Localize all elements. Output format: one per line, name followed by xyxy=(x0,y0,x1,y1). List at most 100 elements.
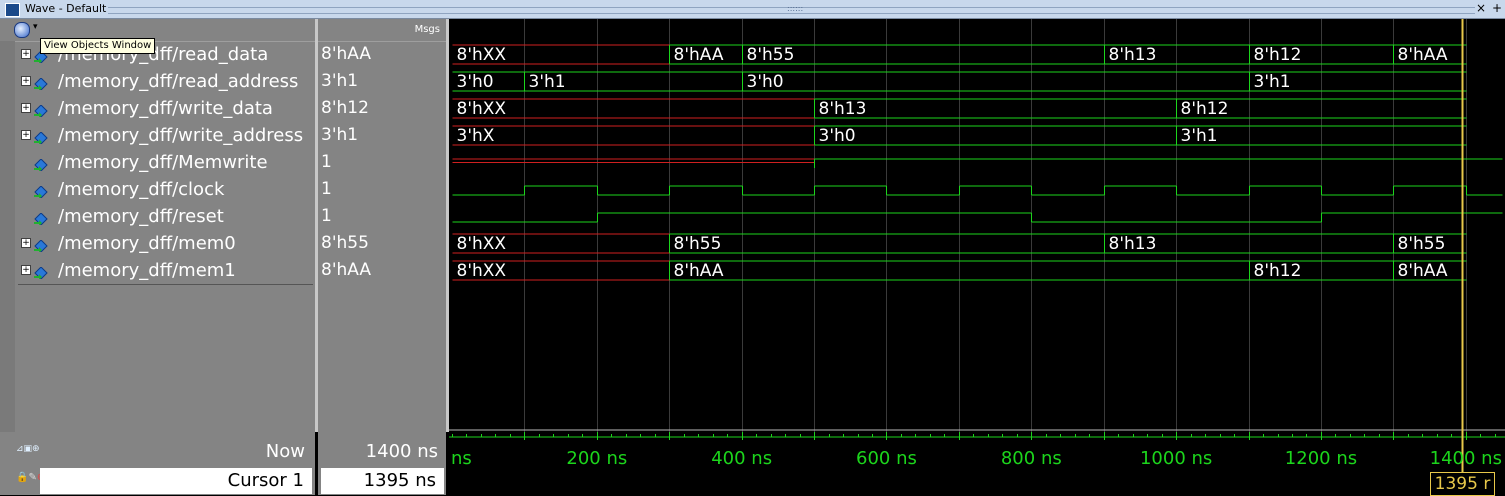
signal-diamond-icon xyxy=(34,183,48,199)
cursor-label: Cursor 1 xyxy=(227,470,304,491)
bus-value-label: 8'h12 xyxy=(1254,261,1302,281)
cursor-name-field[interactable]: Cursor 1 xyxy=(40,468,312,494)
value-row[interactable]: 8'hAA xyxy=(318,41,446,68)
bus-value-label: 8'h12 xyxy=(1254,45,1302,65)
expand-icon[interactable] xyxy=(21,49,31,59)
expand-icon[interactable] xyxy=(21,130,31,140)
ruler-tick-label: 1200 ns xyxy=(1284,448,1358,469)
bus-value-label: 8'hXX xyxy=(457,45,507,65)
bus-value-label: 8'hAA xyxy=(1398,45,1448,65)
bus-value-label: 3'h0 xyxy=(819,126,856,146)
signal-value: 3'h1 xyxy=(321,125,359,145)
bus-value-label: 3'h1 xyxy=(1181,126,1218,146)
signal-value: 8'hAA xyxy=(321,44,371,64)
value-row[interactable]: 1 xyxy=(318,176,446,203)
cursor-values-pane: 1400 ns 1395 ns xyxy=(318,432,446,495)
ruler-tick-label: 600 ns xyxy=(856,448,917,469)
waveform-canvas[interactable]: 8'hXX 8'hAA 8'h55 8'h13 8'h12 8'hAA 3'h0 3'h1 3'… xyxy=(449,19,1505,432)
signal-name: /memory_dff/Memwrite xyxy=(58,152,268,173)
signal-value: 1 xyxy=(321,152,332,172)
signal-value: 1 xyxy=(321,179,332,199)
grip-handle[interactable]: :::::: xyxy=(787,5,811,13)
signal-name: /memory_dff/mem0 xyxy=(58,233,236,254)
values-header: Msgs xyxy=(318,19,446,42)
bus-value-label: 8'hXX xyxy=(457,234,507,254)
signal-diamond-icon xyxy=(34,129,48,145)
signal-name: /memory_dff/write_data xyxy=(58,98,273,119)
bus-value-label: 8'h55 xyxy=(747,45,795,65)
signal-row[interactable]: /memory_dff/write_address xyxy=(0,122,315,149)
value-row[interactable]: 3'h1 xyxy=(318,68,446,95)
value-row[interactable]: 1 xyxy=(318,203,446,230)
expand-icon[interactable] xyxy=(21,238,31,248)
expand-icon[interactable] xyxy=(21,76,31,86)
signal-value: 3'h1 xyxy=(321,71,359,91)
bus-value-label: 3'h0 xyxy=(457,72,494,92)
signal-names-pane: ▾ /memory_dff/read_data/memory_dff/read_… xyxy=(0,19,315,432)
signal-diamond-icon xyxy=(34,102,48,118)
signal-name: /memory_dff/write_address xyxy=(58,125,304,146)
signal-value: 8'h55 xyxy=(321,233,369,253)
signal-row[interactable]: /memory_dff/write_data xyxy=(0,95,315,122)
values-pane: Msgs 8'hAA 3'h1 8'h12 3'h1 1 1 1 8'h55 8'hAA xyxy=(318,19,446,432)
signal-row[interactable]: /memory_dff/read_address xyxy=(0,68,315,95)
signal-diamond-icon xyxy=(34,75,48,91)
value-row[interactable]: 1 xyxy=(318,149,446,176)
bus-value-label: 3'h1 xyxy=(529,72,566,92)
ruler-tick-label: 800 ns xyxy=(1000,448,1062,469)
bus-value-label: 3'hX xyxy=(457,126,495,146)
ruler-tick-label: 400 ns xyxy=(711,448,773,469)
bus-value-label: 8'h55 xyxy=(1398,234,1446,254)
tooltip: View Objects Window xyxy=(40,38,156,54)
cursor-time-flag[interactable]: 1395 r xyxy=(1429,472,1496,496)
bus-value-label: 8'h12 xyxy=(1181,99,1229,119)
bus-value-label: 8'hAA xyxy=(674,45,724,65)
signal-row[interactable]: /memory_dff/reset xyxy=(0,203,315,230)
bus-value-label: 8'h13 xyxy=(819,99,867,119)
signal-value: 1 xyxy=(321,206,332,226)
ruler-tick-label: 1400 ns xyxy=(1429,448,1502,469)
bus-value-label: 8'hAA xyxy=(674,261,724,281)
cursor-value: 1395 ns xyxy=(363,470,436,491)
now-label: Now xyxy=(265,441,305,462)
value-row[interactable]: 8'h55 xyxy=(318,230,446,257)
signal-value: 8'h12 xyxy=(321,98,369,118)
now-value: 1400 ns xyxy=(365,441,438,462)
signal-row[interactable]: /memory_dff/mem0 xyxy=(0,230,315,257)
cursor-names-pane: ⊿▣⊕ Now 🔒✎⊖ Cursor 1 xyxy=(0,432,315,495)
now-tools-icon[interactable]: ⊿▣⊕ xyxy=(16,444,40,454)
value-row[interactable]: 3'h1 xyxy=(318,122,446,149)
window-titlebar: Wave - Default :::::: × + xyxy=(0,0,1505,19)
bus-value-label: 8'hAA xyxy=(1398,261,1448,281)
value-row[interactable]: 8'h12 xyxy=(318,95,446,122)
signal-diamond-icon xyxy=(34,237,48,253)
signal-diamond-icon xyxy=(34,264,48,280)
signal-row[interactable]: /memory_dff/clock xyxy=(0,176,315,203)
signal-name: /memory_dff/mem1 xyxy=(58,260,236,281)
signal-name: /memory_dff/clock xyxy=(58,179,225,200)
ruler-tick-label: ns xyxy=(451,448,472,469)
signal-diamond-icon xyxy=(34,210,48,226)
bus-value-label: 8'hXX xyxy=(457,99,507,119)
view-objects-icon[interactable] xyxy=(14,22,30,38)
cursor-value-field[interactable]: 1395 ns xyxy=(321,468,444,494)
ruler-tick-label: 1000 ns xyxy=(1139,448,1213,469)
maximize-button[interactable]: + xyxy=(1490,1,1504,16)
signal-row[interactable]: /memory_dff/mem1 xyxy=(0,257,315,284)
signal-row[interactable]: /memory_dff/Memwrite xyxy=(0,149,315,176)
signal-value: 8'hAA xyxy=(321,260,371,280)
signal-name: /memory_dff/read_address xyxy=(58,71,299,92)
app-icon xyxy=(5,3,20,17)
close-button[interactable]: × xyxy=(1474,1,1488,16)
expand-icon[interactable] xyxy=(21,265,31,275)
dropdown-arrow-icon[interactable]: ▾ xyxy=(33,22,38,32)
msgs-label: Msgs xyxy=(414,24,440,35)
waveform-pane[interactable]: 8'hXX 8'hAA 8'h55 8'h13 8'h12 8'hAA 3'h0 3'h1 3'… xyxy=(449,19,1505,432)
signal-name: /memory_dff/reset xyxy=(58,206,224,227)
expand-icon[interactable] xyxy=(21,103,31,113)
window-title: Wave - Default xyxy=(25,2,107,15)
value-row[interactable]: 8'hAA xyxy=(318,257,446,284)
list-end-divider xyxy=(18,284,313,285)
time-ruler[interactable]: ns 200 ns 400 ns 600 ns 800 ns 1000 ns 1200 ns… xyxy=(449,432,1505,496)
signal-diamond-icon xyxy=(34,156,48,172)
